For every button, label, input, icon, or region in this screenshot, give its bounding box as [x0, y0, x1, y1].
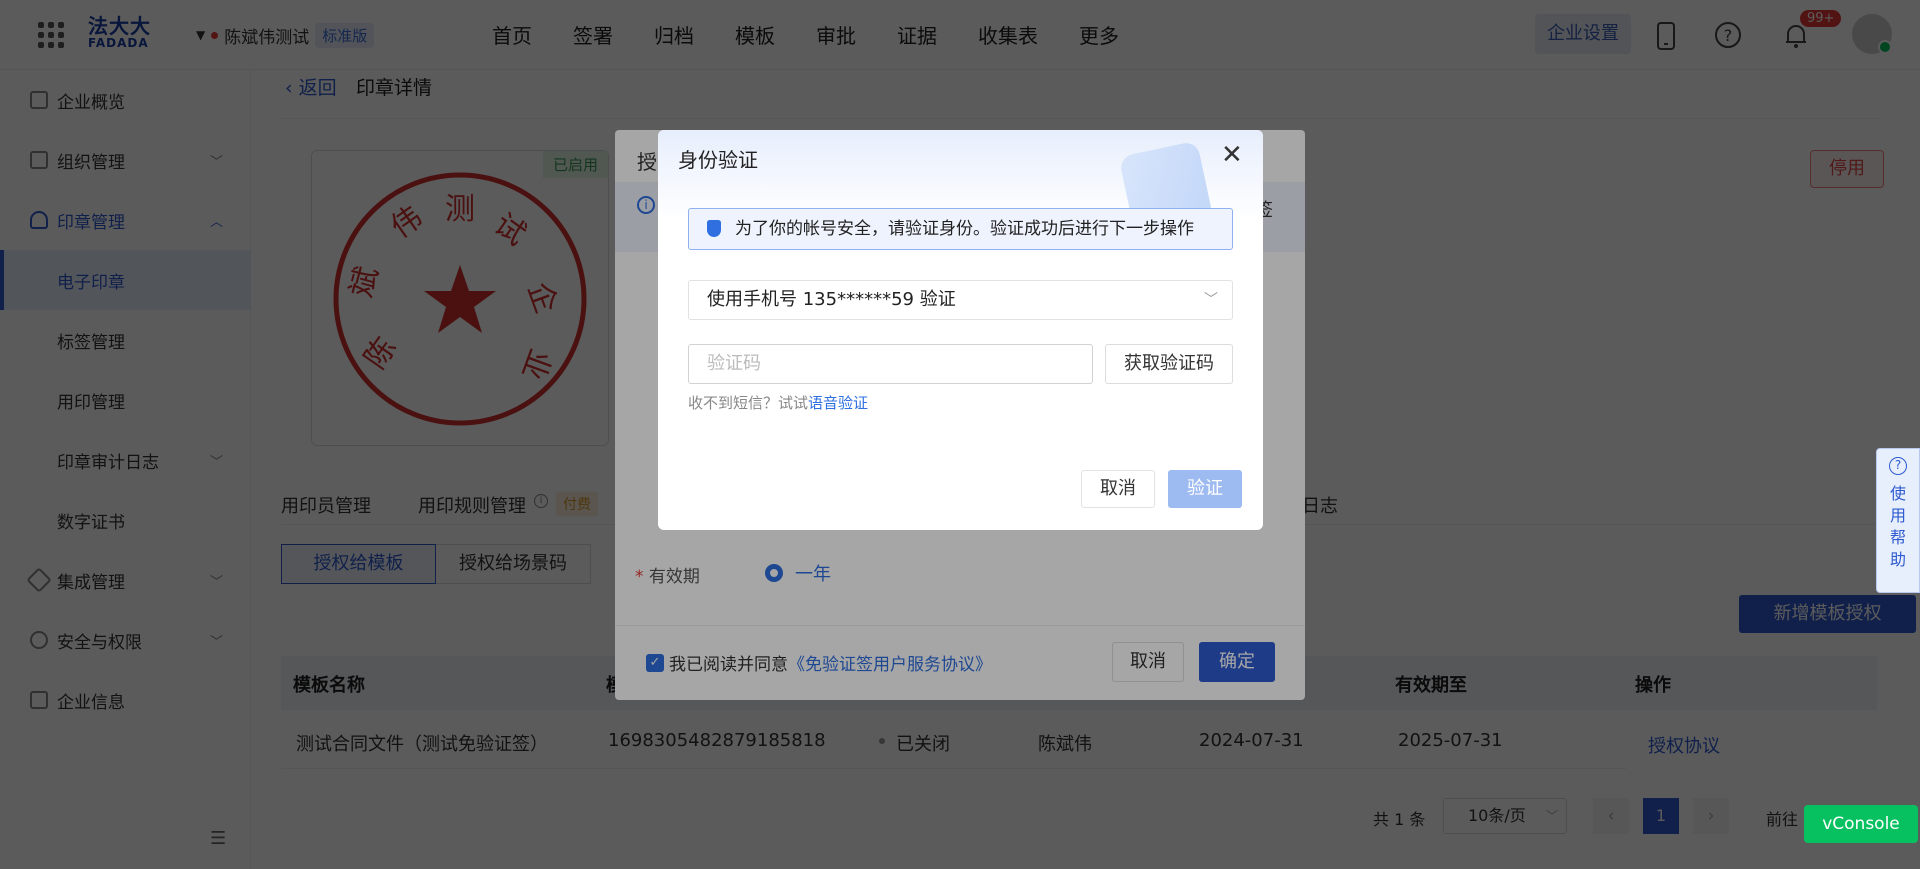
- help-sidebar[interactable]: ? 使用帮助: [1876, 448, 1920, 593]
- identity-verification-dialog: 身份验证 ✕ 为了你的帐号安全，请验证身份。验证成功后进行下一步操作 使用手机号…: [658, 130, 1263, 530]
- vconsole-button[interactable]: vConsole: [1804, 805, 1918, 843]
- get-code-button[interactable]: 获取验证码: [1105, 344, 1233, 384]
- help-icon: ?: [1889, 457, 1907, 475]
- chevron-down-icon: ﹀: [1204, 292, 1218, 308]
- shield-icon: [707, 220, 721, 237]
- voice-verify-link[interactable]: 语音验证: [808, 394, 868, 412]
- close-icon[interactable]: ✕: [1221, 142, 1243, 168]
- dialog-cancel-button[interactable]: 取消: [1081, 470, 1155, 508]
- verification-code-input[interactable]: 验证码: [688, 344, 1093, 384]
- verify-method-value: 使用手机号 135******59 验证: [707, 289, 956, 310]
- help-label: 使用帮助: [1889, 484, 1906, 569]
- hint-text: 收不到短信？试试: [688, 394, 809, 412]
- dialog-verify-button[interactable]: 验证: [1168, 470, 1242, 508]
- verify-method-select[interactable]: 使用手机号 135******59 验证 ﹀: [688, 280, 1233, 320]
- dialog-title: 身份验证: [678, 148, 758, 172]
- sms-hint: 收不到短信？试试语音验证: [688, 392, 868, 413]
- security-notice-text: 为了你的帐号安全，请验证身份。验证成功后进行下一步操作: [735, 219, 1194, 239]
- security-notice: 为了你的帐号安全，请验证身份。验证成功后进行下一步操作: [688, 208, 1233, 250]
